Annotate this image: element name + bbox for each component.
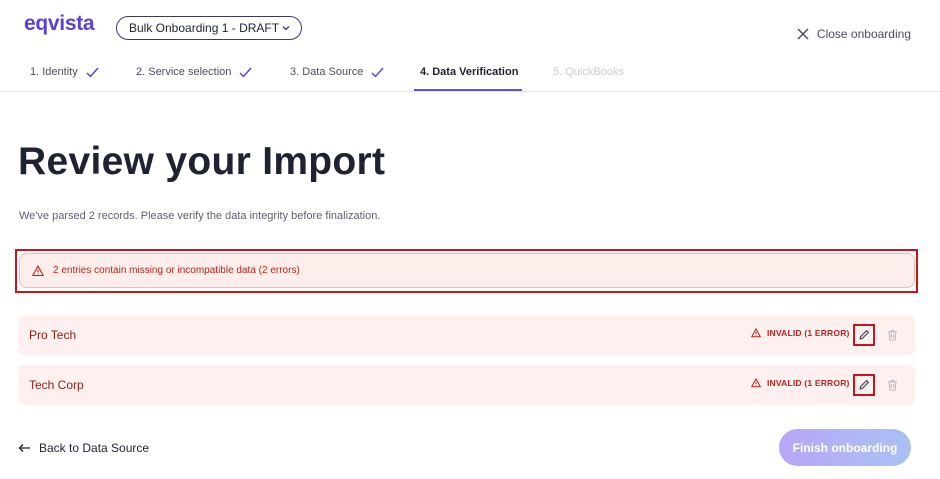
close-icon [797,28,809,40]
check-icon [86,67,99,78]
delete-button[interactable] [885,377,899,393]
step-label: 1. Identity [30,66,78,78]
step-label: 4. Data Verification [420,66,519,78]
step-quickbooks: 5. QuickBooks [553,66,624,78]
arrow-left-icon [18,444,30,452]
step-nav: 1. Identity 2. Service selection 3. Data… [0,58,940,92]
step-identity[interactable]: 1. Identity [30,66,99,78]
step-data-verification[interactable]: 4. Data Verification [420,66,518,78]
record-row: Pro Tech INVALID (1 ERROR) [18,315,915,355]
record-status-label: INVALID (1 ERROR) [767,378,850,388]
record-status-label: INVALID (1 ERROR) [767,328,850,338]
warning-icon [751,378,761,388]
error-alert: 2 entries contain missing or incompatibl… [19,253,915,288]
alert-text: 2 entries contain missing or incompatibl… [53,265,300,276]
step-label: 3. Data Source [290,66,364,78]
active-step-indicator [414,89,522,91]
finish-onboarding-button[interactable]: Finish onboarding [779,429,911,466]
step-label: 5. QuickBooks [553,66,624,78]
warning-icon [32,264,44,276]
record-status: INVALID (1 ERROR) [751,328,850,338]
check-icon [371,67,384,78]
trash-icon [887,330,897,341]
check-icon [239,67,252,78]
edit-button[interactable] [853,374,875,396]
step-data-source[interactable]: 3. Data Source [290,66,384,78]
chevron-down-icon [282,26,290,31]
record-name: Tech Corp [29,378,84,392]
back-link-label: Back to Data Source [39,441,150,455]
warning-icon [751,328,761,338]
eqvista-logo: eqvista [24,12,95,35]
page-subtitle: We've parsed 2 records. Please verify th… [19,210,381,222]
pencil-icon [859,380,869,390]
back-to-data-source-link[interactable]: Back to Data Source [18,441,149,455]
record-name: Pro Tech [29,328,77,342]
pencil-icon [859,330,869,340]
step-label: 2. Service selection [136,66,232,78]
delete-button[interactable] [885,327,899,343]
record-status: INVALID (1 ERROR) [751,378,850,388]
page-title: Review your Import [18,140,386,183]
edit-button[interactable] [853,324,875,346]
record-row: Tech Corp INVALID (1 ERROR) [18,365,915,405]
project-select[interactable]: Bulk Onboarding 1 - DRAFT [116,16,302,40]
step-service-selection[interactable]: 2. Service selection [136,66,252,78]
close-onboarding-button[interactable]: Close onboarding [797,27,911,41]
trash-icon [887,380,897,391]
close-onboarding-label: Close onboarding [816,27,911,41]
project-select-label: Bulk Onboarding 1 - DRAFT [129,21,280,35]
